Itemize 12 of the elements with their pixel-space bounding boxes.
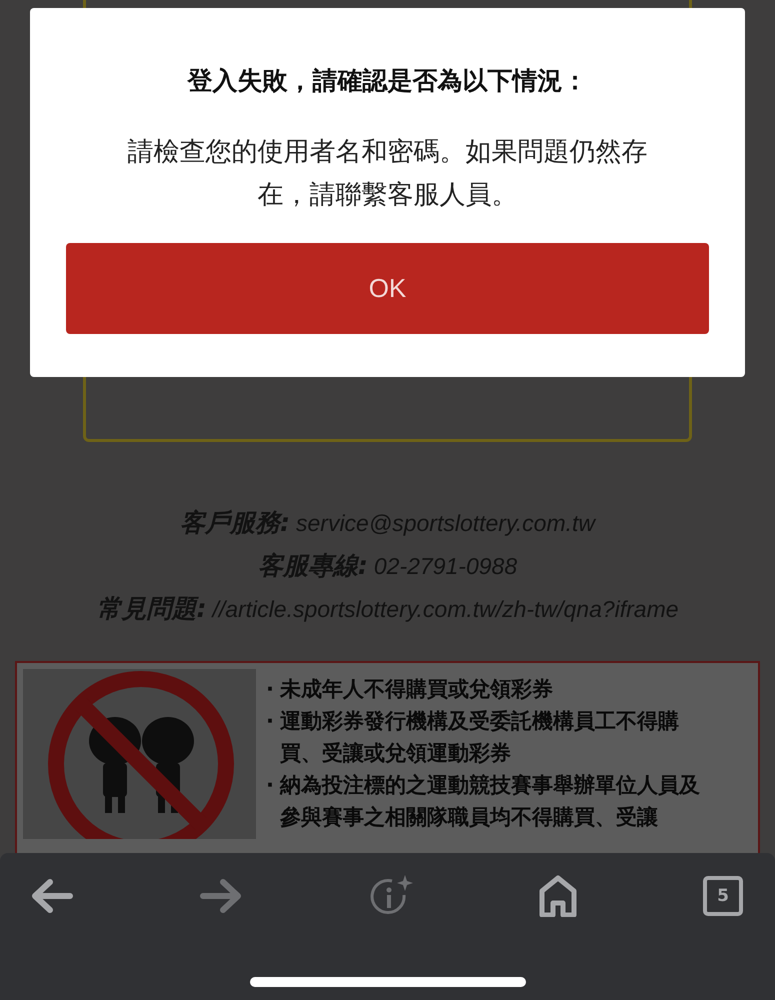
dialog-message: 請檢查您的使用者名和密碼。如果問題仍然存在，請聯繫客服人員。 — [126, 136, 648, 212]
notice-text: 未成年人不得購買或兌領彩券 — [280, 676, 554, 704]
bullet: · — [266, 708, 274, 736]
dialog-title: 登入失敗，請確認是否為以下情況： — [188, 65, 588, 97]
back-icon[interactable] — [30, 878, 74, 914]
bullet: · — [266, 676, 274, 704]
notice-text: 納為投注標的之運動競技賽事舉辦單位人員及參與賽事之相關隊職員均不得購買、受讓 — [280, 772, 700, 832]
tab-count-button[interactable]: 5 — [703, 876, 743, 916]
bullet: · — [266, 772, 274, 800]
ok-button[interactable]: OK — [66, 243, 709, 334]
notice-text: 運動彩券發行機構及受委託機構員工不得購買、受讓或兌領運動彩券 — [280, 708, 680, 768]
home-icon[interactable] — [538, 875, 578, 917]
